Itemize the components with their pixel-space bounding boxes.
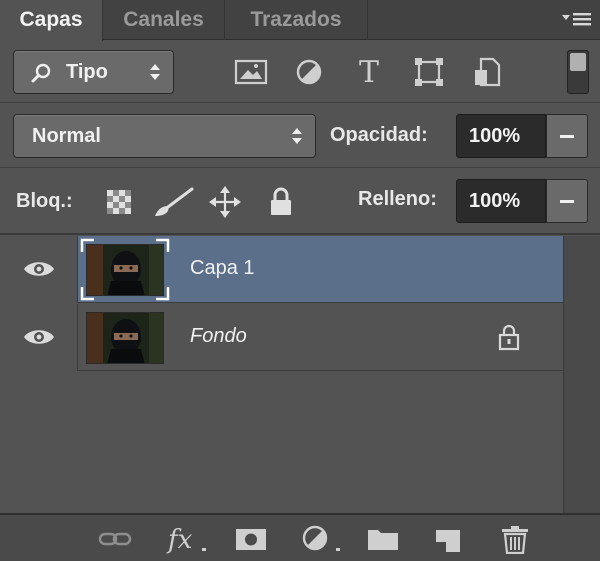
search-icon: [30, 62, 52, 89]
fill-field[interactable]: 100%: [456, 179, 546, 223]
lock-transparency-icon[interactable]: [102, 185, 136, 219]
add-mask-icon[interactable]: [234, 524, 268, 554]
opacity-value: 100%: [469, 125, 521, 147]
panel-tab-bar: Capas Canales Trazados: [0, 0, 600, 41]
filter-row: Tipo T: [0, 41, 600, 103]
svg-text:T: T: [359, 55, 379, 90]
lock-position-move-icon[interactable]: [208, 185, 242, 219]
link-layers-icon[interactable]: [98, 524, 132, 554]
layer-row-capa-1[interactable]: Capa 1: [0, 236, 563, 303]
layer-name[interactable]: Fondo: [190, 325, 247, 348]
lock-row: Bloq.: Relleno: 100%: [0, 169, 600, 235]
layer-style-icon[interactable]: fx: [164, 524, 214, 555]
image-filter-icon[interactable]: [232, 53, 270, 91]
smart-object-filter-icon[interactable]: [468, 53, 506, 91]
layer-row-fondo[interactable]: Fondo: [0, 304, 563, 371]
shape-filter-icon[interactable]: [410, 53, 448, 91]
svg-text:fx: fx: [166, 525, 193, 554]
chevron-down-icon: [560, 135, 574, 138]
tab-trazados[interactable]: Trazados: [225, 0, 368, 40]
updown-arrows-icon: [290, 125, 304, 152]
layer-name[interactable]: Capa 1: [190, 257, 255, 280]
chevron-down-icon: [560, 200, 574, 203]
layers-list: Capa 1 Fondo: [0, 236, 563, 513]
fill-value: 100%: [469, 190, 521, 212]
selection-corner-brackets-icon: [80, 238, 170, 301]
eye-icon: [22, 326, 56, 353]
filter-toggle-switch[interactable]: [567, 50, 589, 94]
new-group-icon[interactable]: [366, 524, 400, 554]
fill-dropdown-button[interactable]: [546, 179, 588, 223]
lock-label: Bloq.:: [16, 190, 73, 212]
lock-pixels-brush-icon[interactable]: [152, 185, 196, 219]
layers-scrollbar[interactable]: [563, 236, 600, 513]
delete-layer-icon[interactable]: [498, 524, 532, 555]
opacity-dropdown-button[interactable]: [546, 114, 588, 158]
updown-arrows-icon: [148, 61, 162, 88]
blend-row: Normal Opacidad: 100%: [0, 104, 600, 168]
eye-icon: [22, 258, 56, 285]
layers-panel: Capas Canales Trazados Tipo T Normal Opa…: [0, 0, 600, 561]
new-adjustment-icon[interactable]: [300, 524, 344, 554]
visibility-toggle[interactable]: [0, 304, 78, 371]
adjustment-filter-icon[interactable]: [290, 53, 328, 91]
toggle-knob: [570, 53, 586, 71]
opacity-label: Opacidad:: [330, 124, 428, 146]
bottom-toolbar: fx: [0, 513, 600, 561]
filter-kind-label: Tipo: [66, 61, 108, 83]
visibility-toggle[interactable]: [0, 236, 78, 303]
new-layer-icon[interactable]: [432, 524, 466, 554]
tab-canales[interactable]: Canales: [103, 0, 225, 40]
filter-kind-select[interactable]: Tipo: [13, 50, 174, 94]
lock-all-icon[interactable]: [264, 185, 298, 219]
opacity-field[interactable]: 100%: [456, 114, 546, 158]
panel-menu-icon[interactable]: [560, 6, 594, 34]
fill-label: Relleno:: [358, 188, 437, 210]
lock-icon[interactable]: [496, 323, 522, 356]
blend-mode-select[interactable]: Normal: [13, 114, 316, 158]
blend-mode-value: Normal: [32, 125, 101, 147]
layer-thumbnail[interactable]: [86, 312, 164, 364]
type-filter-icon[interactable]: T: [350, 53, 388, 91]
tab-capas[interactable]: Capas: [0, 0, 103, 41]
